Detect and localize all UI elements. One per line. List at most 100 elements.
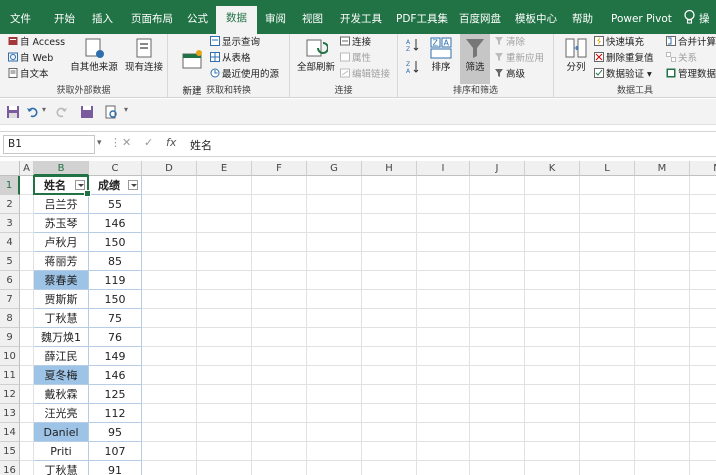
cell[interactable] [252,271,307,290]
cell[interactable] [635,347,690,366]
name-cell[interactable]: Priti [34,442,89,461]
cell[interactable] [142,290,197,309]
cell[interactable] [142,442,197,461]
name-cell[interactable]: 汪光亮 [34,404,89,423]
cell[interactable] [690,309,716,328]
cell[interactable] [142,404,197,423]
cell[interactable] [307,442,362,461]
column-header-c[interactable]: C [89,161,142,176]
manage-data-model-button[interactable]: 管理数据模 [666,68,716,82]
cell[interactable] [362,461,417,475]
cell[interactable] [252,385,307,404]
cell[interactable] [417,309,470,328]
cell[interactable] [307,252,362,271]
cell[interactable] [362,423,417,442]
from-table-button[interactable]: 从表格 [210,52,251,66]
from-text-button[interactable]: 自文本 [8,68,49,82]
score-cell[interactable]: 146 [89,214,142,233]
cell[interactable] [635,423,690,442]
column-header-k[interactable]: K [525,161,580,176]
cell[interactable] [417,290,470,309]
cell[interactable] [307,366,362,385]
cell[interactable] [690,347,716,366]
cell[interactable] [525,214,580,233]
cell[interactable] [362,309,417,328]
score-cell[interactable]: 150 [89,290,142,309]
cell[interactable] [307,423,362,442]
cell[interactable] [20,195,34,214]
score-cell[interactable]: 146 [89,366,142,385]
row-header-5[interactable]: 5 [0,252,20,271]
cell[interactable] [470,214,525,233]
lightbulb-icon[interactable] [683,9,696,25]
cell[interactable] [252,423,307,442]
cell[interactable] [252,252,307,271]
select-all-corner[interactable] [0,161,20,176]
connections-button[interactable]: 连接 [340,36,371,50]
cell[interactable] [417,423,470,442]
cell[interactable] [417,404,470,423]
tab-page-layout[interactable]: 页面布局 [131,8,173,30]
cell[interactable] [525,404,580,423]
cell[interactable] [307,271,362,290]
cell[interactable] [580,309,635,328]
score-cell[interactable]: 150 [89,233,142,252]
name-cell[interactable]: Daniel [34,423,89,442]
tab-developer[interactable]: 开发工具 [340,8,382,30]
tell-me-label[interactable]: 操 [699,8,710,30]
cell[interactable] [690,385,716,404]
cell[interactable] [307,328,362,347]
cell[interactable] [525,347,580,366]
name-cell[interactable]: 魏万焕1 [34,328,89,347]
reapply-button[interactable]: 重新应用 [494,52,544,66]
cell[interactable] [525,271,580,290]
cell[interactable] [20,176,34,195]
cell[interactable] [20,290,34,309]
column-header-e[interactable]: E [197,161,252,176]
cell[interactable] [470,252,525,271]
cell[interactable] [197,366,252,385]
cell[interactable] [417,271,470,290]
cell[interactable] [525,309,580,328]
cell[interactable] [470,404,525,423]
cell[interactable] [362,233,417,252]
cell[interactable] [417,176,470,195]
cell[interactable] [142,214,197,233]
column-header-d[interactable]: D [142,161,197,176]
cell[interactable] [197,328,252,347]
cell[interactable] [580,442,635,461]
cell[interactable] [690,271,716,290]
cell[interactable] [525,385,580,404]
cell[interactable] [362,347,417,366]
cell[interactable] [525,442,580,461]
from-access-button[interactable]: 自 Access [8,36,65,50]
cell[interactable] [470,233,525,252]
score-cell[interactable]: 76 [89,328,142,347]
cell[interactable] [525,423,580,442]
cell[interactable] [307,195,362,214]
cell[interactable] [252,404,307,423]
cell[interactable] [525,233,580,252]
name-cell[interactable]: 卢秋月 [34,233,89,252]
cell[interactable] [470,442,525,461]
sort-button[interactable]: ZA 排序 [426,36,456,74]
cell[interactable] [252,347,307,366]
cell[interactable] [307,309,362,328]
tab-view[interactable]: 视图 [302,8,323,30]
redo-icon[interactable] [54,105,68,119]
name-box[interactable]: B1 [3,135,95,154]
cell[interactable] [470,328,525,347]
cell[interactable] [635,271,690,290]
cell[interactable] [20,347,34,366]
row-header-11[interactable]: 11 [0,366,20,385]
header-cell-name[interactable]: 姓名 [34,176,89,195]
cell[interactable] [635,214,690,233]
cell[interactable] [20,461,34,475]
name-box-dropdown-icon[interactable]: ▾ [97,138,102,148]
filter-dropdown-icon[interactable] [128,180,138,190]
cell[interactable] [362,252,417,271]
cell[interactable] [362,214,417,233]
filter-dropdown-icon[interactable] [75,180,85,190]
cell[interactable] [417,214,470,233]
cell[interactable] [580,233,635,252]
